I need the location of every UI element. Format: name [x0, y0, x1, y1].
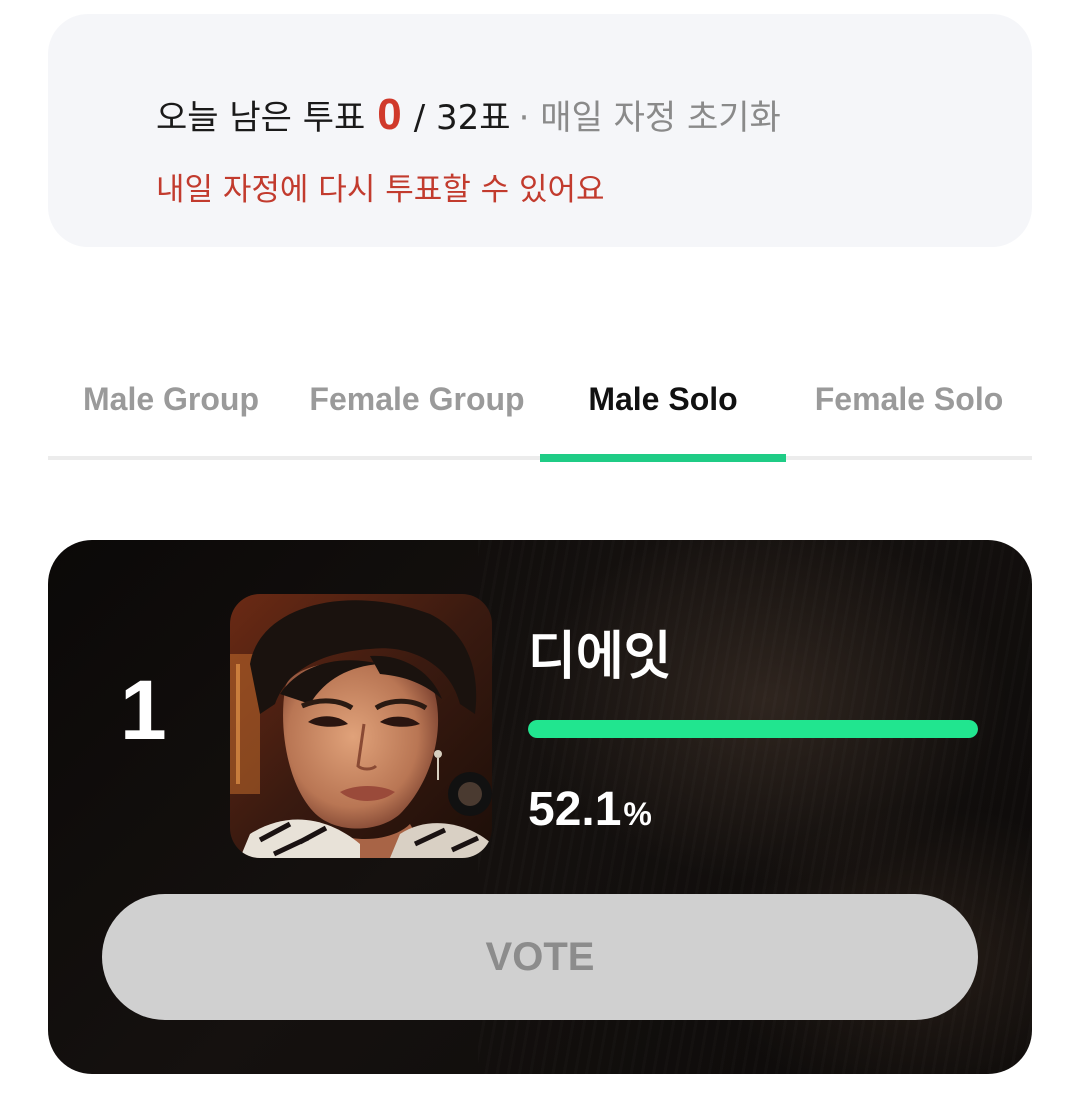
vote-share-unit: %: [623, 796, 652, 832]
candidate-photo: [230, 594, 492, 858]
tab-male-solo[interactable]: Male Solo: [540, 360, 786, 438]
reset-note: · 매일 자정 초기화: [518, 98, 781, 138]
active-tab-indicator: [540, 454, 786, 462]
remaining-votes-line: 오늘 남은 투표 0 / 32표 · 매일 자정 초기화: [156, 90, 781, 140]
remaining-votes-count: 0: [377, 90, 402, 139]
vote-info-box: 오늘 남은 투표 0 / 32표 · 매일 자정 초기화 내일 자정에 다시 투…: [48, 14, 1032, 247]
category-tabs: Male Group Female Group Male Solo Female…: [48, 360, 1032, 462]
vote-share-percent: 52.1 %: [528, 782, 652, 837]
tab-female-group[interactable]: Female Group: [294, 360, 540, 438]
tab-male-group[interactable]: Male Group: [48, 360, 294, 438]
tab-female-solo[interactable]: Female Solo: [786, 360, 1032, 438]
vote-share-bar-fill: [528, 720, 978, 738]
vote-button[interactable]: VOTE: [102, 894, 978, 1020]
retry-message: 내일 자정에 다시 투표할 수 있어요: [156, 172, 605, 208]
candidate-name: 디에잇: [528, 627, 672, 687]
candidate-card: 1 디에잇 52.1 % VOTE: [48, 540, 1032, 1074]
total-votes: / 32표: [413, 98, 511, 138]
vote-share-bar: [528, 720, 978, 738]
remaining-votes-label: 오늘 남은 투표: [156, 98, 366, 138]
vote-share-value: 52.1: [528, 783, 622, 836]
rank-number: 1: [120, 663, 167, 757]
